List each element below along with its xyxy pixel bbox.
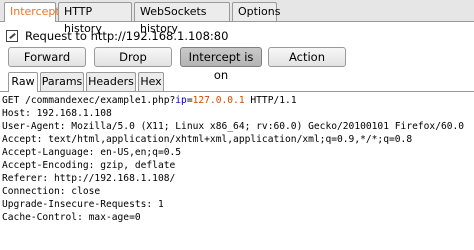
tab-options[interactable]: Options [232,2,280,21]
tab-headers[interactable]: Headers [86,72,136,91]
tab-params[interactable]: Params [40,72,84,91]
tab-websockets-history[interactable]: WebSockets history [134,2,230,35]
forward-button[interactable]: Forward [8,47,86,67]
request-line-prefix: GET /commandexec/example1.php? [2,95,176,106]
action-button[interactable]: Action [268,47,346,67]
request-target-label: Request to http://192.168.1.108:80 [25,29,229,43]
request-target-row: Request to http://192.168.1.108:80 [6,28,228,44]
header-line-upgrade-insecure-requests: Upgrade-Insecure-Requests: 1 [2,199,164,210]
edit-icon [6,30,18,42]
header-line-accept: Accept: text/html,application/xhtml+xml,… [2,134,413,145]
header-line-cache-control: Cache-Control: max-age=0 [2,212,141,223]
param-value: 127.0.0.1 [192,95,245,106]
intercept-toggle-button[interactable]: Intercept is on [180,47,262,82]
header-line-referer: Referer: http://192.168.1.108/ [2,173,176,184]
drop-button[interactable]: Drop [94,47,172,67]
header-line-user-agent: User-Agent: Mozilla/5.0 (X11; Linux x86_… [2,121,465,132]
tab-hex[interactable]: Hex [138,72,164,91]
message-view-tabs: Raw Params Headers Hex [0,72,474,92]
top-tab-bar: Intercept HTTP history WebSockets histor… [0,0,474,35]
header-line-host: Host: 192.168.1.108 [2,108,112,119]
request-line: GET /commandexec/example1.php?ip=127.0.0… [2,94,297,107]
param-name: ip [175,95,187,106]
header-line-accept-encoding: Accept-Encoding: gzip, deflate [2,160,176,171]
tab-intercept[interactable]: Intercept [4,2,60,22]
request-line-suffix: HTTP/1.1 [244,95,297,106]
header-line-connection: Connection: close [2,186,101,197]
tab-raw[interactable]: Raw [8,72,38,92]
header-line-accept-language: Accept-Language: en-US,en;q=0.5 [2,147,182,158]
tab-http-history[interactable]: HTTP history [58,2,132,35]
raw-request-editor[interactable]: GET /commandexec/example1.php?ip=127.0.0… [0,93,474,250]
